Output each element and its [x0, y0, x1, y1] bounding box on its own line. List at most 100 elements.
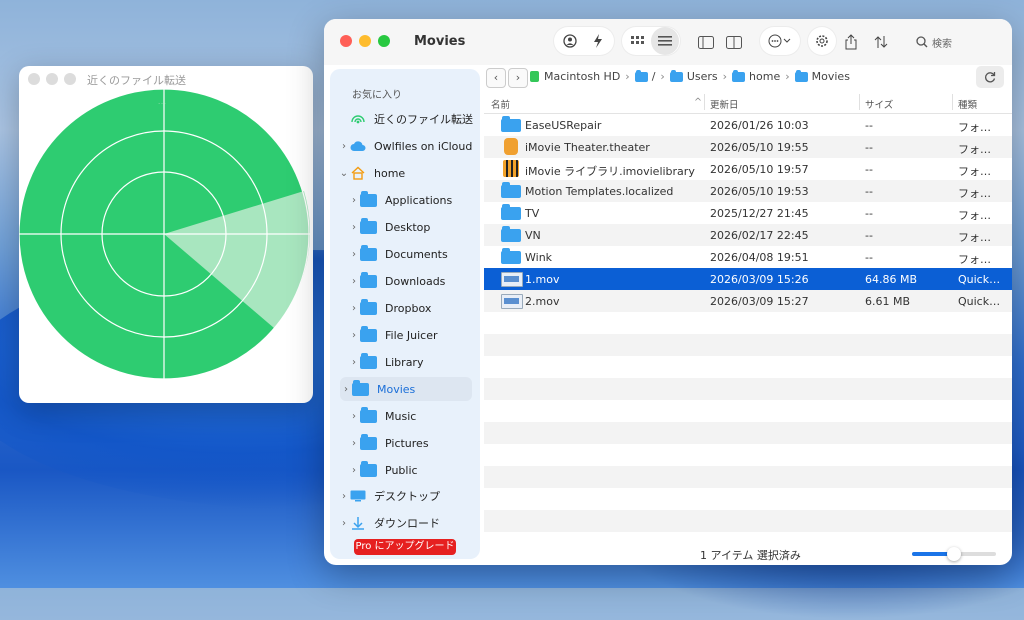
slider-knob[interactable] [947, 547, 961, 561]
folder-icon [360, 298, 377, 315]
breadcrumb: Macintosh HD › / › Users › home › Movies [530, 69, 850, 83]
table-row[interactable]: Wink 2026/04/08 19:51 -- フォ… [484, 246, 1012, 268]
column-header: 名前 ^ 更新日 サイズ 種類 [484, 91, 1012, 114]
sort-icon[interactable] [867, 28, 895, 56]
chevron-right-icon[interactable]: › [348, 330, 360, 341]
chevron-right-icon[interactable]: › [348, 222, 360, 233]
sidebar-item-dropbox[interactable]: › Dropbox [330, 296, 490, 320]
folder-icon [360, 325, 377, 342]
sidebar-item-pictures[interactable]: › Pictures [330, 431, 490, 455]
breadcrumb-item[interactable]: / [652, 70, 656, 83]
sidebar-item-public[interactable]: › Public [330, 458, 490, 482]
folder-icon [360, 352, 377, 369]
grid-view-icon[interactable] [624, 27, 652, 55]
close-button[interactable] [340, 35, 352, 47]
chevron-right-icon[interactable]: › [348, 303, 360, 314]
split-view-icon[interactable] [720, 28, 748, 56]
sidebar-item-label: Dropbox [385, 301, 432, 315]
file-kind: フォ… [958, 121, 991, 134]
folder-icon [360, 217, 377, 234]
share-icon[interactable] [837, 28, 865, 56]
sidebar-item-movies[interactable]: › Movies [340, 377, 472, 401]
more-options-menu[interactable] [760, 27, 800, 55]
chevron-right-icon[interactable]: › [348, 438, 360, 449]
file-kind: フォ… [958, 253, 991, 266]
back-button[interactable]: ‹ [486, 68, 506, 88]
sidebar-item-label: Desktop [385, 220, 431, 234]
sidebar-item-library[interactable]: › Library [330, 350, 490, 374]
table-row[interactable]: EaseUSRepair 2026/01/26 10:03 -- フォ… [484, 114, 1012, 136]
file-kind: フォ… [958, 143, 991, 156]
sidebar-item-documents[interactable]: › Documents [330, 242, 490, 266]
person-circle-icon[interactable] [556, 27, 584, 55]
upgrade-pro-button[interactable]: Pro にアップグレード [354, 539, 456, 555]
chevron-right-icon[interactable]: › [348, 411, 360, 422]
refresh-button[interactable] [976, 66, 1004, 88]
table-row[interactable]: TV 2025/12/27 21:45 -- フォ… [484, 202, 1012, 224]
bolt-icon[interactable] [584, 27, 612, 55]
chevron-right-icon[interactable]: › [338, 518, 350, 529]
zoom-button[interactable] [378, 35, 390, 47]
folder-icon [501, 248, 521, 264]
table-row[interactable]: VN 2026/02/17 22:45 -- フォ… [484, 224, 1012, 246]
table-row[interactable]: iMovie ライブラリ.imovielibrary 2026/05/10 19… [484, 158, 1012, 180]
sort-ascending-icon[interactable]: ^ [694, 97, 702, 108]
chevron-right-icon[interactable]: › [348, 276, 360, 287]
sidebar-item-downloads-jp[interactable]: › ダウンロード [330, 511, 480, 535]
breadcrumb-item[interactable]: Users [687, 70, 718, 83]
table-row[interactable]: 2.mov 2026/03/09 15:27 6.61 MB Quick… [484, 290, 1012, 312]
sidebar-item-nearby-transfer[interactable]: 近くのファイル転送 [330, 107, 480, 131]
file-size: 6.61 MB [865, 295, 911, 308]
video-file-icon [501, 272, 523, 287]
column-kind[interactable]: 種類 [958, 97, 977, 111]
sidebar-section-title: お気に入り [352, 90, 402, 101]
breadcrumb-item[interactable]: Movies [812, 70, 850, 83]
window-title: Movies [414, 34, 466, 49]
breadcrumb-item[interactable]: Macintosh HD [544, 70, 620, 83]
file-size: -- [865, 119, 873, 132]
breadcrumb-item[interactable]: home [749, 70, 780, 83]
icon-size-slider[interactable] [912, 547, 996, 561]
chevron-right-icon[interactable]: › [338, 491, 350, 502]
chevron-right-icon[interactable]: › [338, 141, 350, 152]
sidebar-item-desktop[interactable]: › Desktop [330, 215, 490, 239]
chevron-down-icon[interactable]: ⌄ [338, 168, 350, 179]
search-field[interactable]: 検索 [932, 35, 952, 50]
file-name: 1.mov [525, 273, 560, 286]
file-size: 64.86 MB [865, 273, 918, 286]
status-text: 1 アイテム 選択済み [700, 549, 801, 562]
folder-icon [501, 204, 521, 220]
file-size: -- [865, 185, 873, 198]
minimize-button[interactable] [359, 35, 371, 47]
sidebar-item-downloads[interactable]: › Downloads [330, 269, 490, 293]
forward-button[interactable]: › [508, 68, 528, 88]
sidebar-item-applications[interactable]: › Applications [330, 188, 490, 212]
chevron-right-icon[interactable]: › [340, 384, 352, 395]
sidebar-item-music[interactable]: › Music [330, 404, 490, 428]
chevron-right-icon[interactable]: › [348, 465, 360, 476]
chevron-right-icon[interactable]: › [348, 249, 360, 260]
file-date: 2026/02/17 22:45 [710, 229, 809, 242]
list-view-icon[interactable] [651, 27, 679, 55]
sidebar-item-desktop-jp[interactable]: › デスクトップ [330, 484, 480, 508]
file-date: 2026/05/10 19:57 [710, 163, 809, 176]
sidebar-item-label: Music [385, 409, 417, 423]
settings-button[interactable] [808, 27, 836, 55]
chevron-right-icon[interactable]: › [348, 357, 360, 368]
file-date: 2026/01/26 10:03 [710, 119, 809, 132]
column-name[interactable]: 名前 [491, 97, 510, 111]
sidebar-item-file-juicer[interactable]: › File Juicer [330, 323, 490, 347]
column-size[interactable]: サイズ [865, 97, 893, 111]
table-row[interactable]: iMovie Theater.theater 2026/05/10 19:55 … [484, 136, 1012, 158]
chevron-right-icon[interactable]: › [348, 195, 360, 206]
column-date[interactable]: 更新日 [710, 97, 739, 111]
status-bar: 1 アイテム 選択済み [480, 543, 1012, 565]
table-row[interactable]: Motion Templates.localized 2026/05/10 19… [484, 180, 1012, 202]
folder-icon [360, 190, 377, 207]
table-row-selected[interactable]: 1.mov 2026/03/09 15:26 64.86 MB Quick… [484, 268, 1012, 290]
sidebar-item-label: Movies [377, 382, 416, 396]
sidebar-item-owlfiles-icloud[interactable]: › Owlfiles on iCloud [330, 134, 480, 158]
toolbar: Movies 検索 [324, 19, 1012, 65]
sidebar-item-home[interactable]: ⌄ home [330, 161, 480, 185]
sidebar-toggle-icon[interactable] [692, 28, 720, 56]
